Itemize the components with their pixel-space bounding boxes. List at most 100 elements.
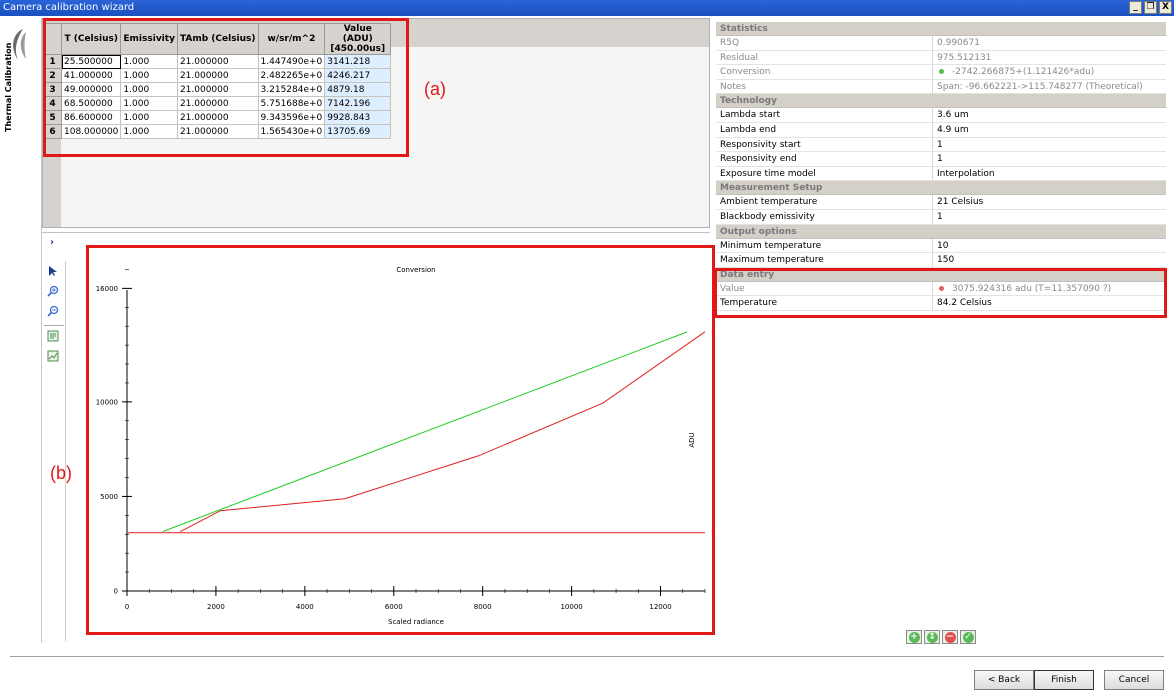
col-header-value[interactable]: Value (ADU) [450.00us]: [324, 23, 392, 55]
property-row[interactable]: Exposure time model Interpolation: [716, 166, 1166, 182]
table-row[interactable]: 5 86.600000 1.000 21.000000 9.343596e+0 9928.…: [43, 110, 392, 125]
table-cell[interactable]: 21.000000: [176, 96, 259, 111]
cancel-button[interactable]: Cancel: [1104, 670, 1164, 690]
x-tick-label: 12000: [649, 603, 671, 611]
property-row[interactable]: Residual 975.512131: [716, 50, 1166, 66]
property-row[interactable]: Value 3075.924316 adu (T=11.357090 ?): [716, 281, 1166, 297]
back-button[interactable]: < Back: [974, 670, 1034, 690]
table-cell[interactable]: 5.751688e+0: [257, 96, 326, 111]
property-section-header[interactable]: Technology: [716, 94, 1166, 109]
table-cell[interactable]: 21.000000: [176, 68, 259, 83]
property-row[interactable]: Minimum temperature 10: [716, 238, 1166, 254]
table-cell[interactable]: 1.447490e+0: [257, 54, 326, 69]
property-row[interactable]: Responsivity start 1: [716, 137, 1166, 153]
table-cell-value[interactable]: 13705.69: [324, 124, 392, 139]
table-cell[interactable]: 3.215284e+0: [257, 82, 326, 97]
col-header-temperature[interactable]: T (Celsius): [60, 23, 122, 55]
table-cell[interactable]: 41.000000: [60, 68, 122, 83]
add-icon[interactable]: +: [906, 630, 922, 644]
finish-button[interactable]: Finish: [1034, 670, 1094, 690]
window-controls: _ ❐ X: [1129, 1, 1172, 14]
property-section-header[interactable]: Statistics: [716, 22, 1166, 36]
table-row[interactable]: 1 25.500000 1.000 21.000000 1.447490e+0 3141.…: [43, 54, 392, 69]
table-row[interactable]: 6 108.000000 1.000 21.000000 1.565430e+0 1370…: [43, 124, 392, 139]
table-row[interactable]: 2 41.000000 1.000 21.000000 2.482265e+0 4246.…: [43, 68, 392, 83]
property-value[interactable]: 3.6 um: [933, 108, 1166, 122]
property-value[interactable]: 21 Celsius: [933, 195, 1166, 209]
close-button[interactable]: X: [1159, 1, 1172, 14]
table-cell[interactable]: 21.000000: [176, 124, 259, 139]
table-cell[interactable]: 21.000000: [176, 110, 259, 125]
property-row[interactable]: R5Q 0.990671: [716, 36, 1166, 51]
property-section-header[interactable]: Measurement Setup: [716, 181, 1166, 196]
table-cell-value[interactable]: 7142.196: [324, 96, 392, 111]
table-cell[interactable]: 21.000000: [176, 82, 259, 97]
zoom-in-icon[interactable]: [46, 285, 60, 299]
table-row[interactable]: 4 68.500000 1.000 21.000000 5.751688e+0 7142.…: [43, 96, 392, 111]
table-cell[interactable]: 25.500000: [60, 54, 122, 69]
property-value-text: 84.2 Celsius: [937, 298, 992, 309]
property-key: Conversion: [716, 65, 933, 79]
maximize-button[interactable]: ❐: [1144, 1, 1157, 14]
property-section-header[interactable]: Output options: [716, 224, 1166, 239]
property-value[interactable]: 1: [933, 138, 1166, 152]
table-cell[interactable]: 68.500000: [60, 96, 122, 111]
property-row[interactable]: Temperature 84.2 Celsius: [716, 296, 1166, 311]
property-row[interactable]: Lambda end 4.9 um: [716, 122, 1166, 138]
property-value-text: Interpolation: [937, 168, 995, 179]
move-icon[interactable]: ↕: [924, 630, 940, 644]
remove-icon[interactable]: −: [942, 630, 958, 644]
table-row[interactable]: 3 49.000000 1.000 21.000000 3.215284e+0 4879.…: [43, 82, 392, 97]
table-cell[interactable]: 1.000: [120, 82, 178, 97]
x-tick-label: 8000: [474, 603, 492, 611]
x-tick-label: 6000: [385, 603, 403, 611]
table-cell[interactable]: 9.343596e+0: [257, 110, 326, 125]
property-value[interactable]: 84.2 Celsius: [933, 296, 1166, 310]
action-buttons: + ↕ − ✓: [906, 630, 976, 644]
table-cell[interactable]: 1.000: [120, 96, 178, 111]
table-cell[interactable]: 1.000: [120, 68, 178, 83]
property-row[interactable]: Ambient temperature 21 Celsius: [716, 195, 1166, 210]
col-header-tamb[interactable]: TAmb (Celsius): [176, 23, 259, 55]
property-value[interactable]: 1: [933, 210, 1166, 224]
property-value[interactable]: 4.9 um: [933, 123, 1166, 137]
y-tick-label: 5000: [100, 493, 118, 501]
row-number: 5: [43, 110, 62, 125]
property-row[interactable]: Maximum temperature 150: [716, 253, 1166, 268]
corner-cell: [43, 23, 62, 55]
property-row[interactable]: Notes Span: -96.662221->115.748277 (Theor…: [716, 79, 1166, 95]
table-cell[interactable]: 1.000: [120, 54, 178, 69]
property-row[interactable]: Lambda start 3.6 um: [716, 108, 1166, 123]
minimize-button[interactable]: _: [1129, 1, 1142, 14]
table-cell-value[interactable]: 9928.843: [324, 110, 392, 125]
property-value[interactable]: Interpolation: [933, 167, 1166, 181]
table-cell[interactable]: 108.000000: [60, 124, 122, 139]
property-value[interactable]: 10: [933, 239, 1166, 253]
x-tick-label: 4000: [296, 603, 314, 611]
table-cell[interactable]: 1.000: [120, 124, 178, 139]
table-cell[interactable]: 1.565430e+0: [257, 124, 326, 139]
property-row[interactable]: Responsivity end 1: [716, 152, 1166, 167]
export-data-icon[interactable]: [46, 350, 60, 364]
collapse-arrow-icon[interactable]: ›: [50, 237, 54, 248]
property-section-header[interactable]: Data entry: [716, 267, 1166, 282]
table-cell[interactable]: 49.000000: [60, 82, 122, 97]
table-cell[interactable]: 21.000000: [176, 54, 259, 69]
zoom-out-icon[interactable]: [46, 305, 60, 319]
table-cell[interactable]: 86.600000: [60, 110, 122, 125]
export-image-icon[interactable]: [46, 330, 60, 344]
property-row[interactable]: Blackbody emissivity 1: [716, 209, 1166, 225]
col-header-radiance[interactable]: w/sr/m^2: [257, 23, 326, 55]
property-value[interactable]: 1: [933, 152, 1166, 166]
check-icon[interactable]: ✓: [960, 630, 976, 644]
table-cell-value[interactable]: 4879.18: [324, 82, 392, 97]
table-cell-value[interactable]: 4246.217: [324, 68, 392, 83]
table-cell[interactable]: 1.000: [120, 110, 178, 125]
property-value[interactable]: 150: [933, 253, 1166, 267]
table-cell[interactable]: 2.482265e+0: [257, 68, 326, 83]
table-cell-value[interactable]: 3141.218: [324, 54, 392, 69]
pointer-icon[interactable]: [46, 265, 60, 279]
col-header-emissivity[interactable]: Emissivity: [120, 23, 178, 55]
annotation-label-a: (a): [424, 79, 446, 99]
property-row[interactable]: Conversion -2742.266875+(1.121426*adu): [716, 65, 1166, 80]
